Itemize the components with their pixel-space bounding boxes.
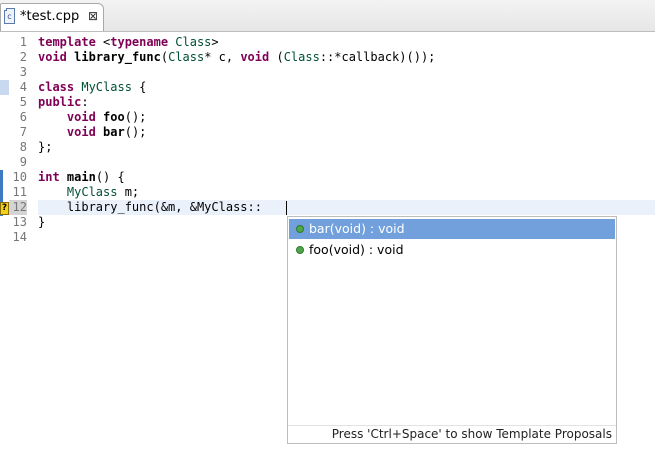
code-line: void bar();	[38, 125, 147, 140]
type-token: Class	[283, 50, 320, 64]
public-method-icon	[296, 225, 304, 233]
code-token: {	[131, 80, 147, 94]
function-token: foo	[103, 110, 125, 124]
tab-title: *test.cpp	[20, 9, 80, 24]
line-number: 6	[19, 110, 27, 124]
function-token: bar	[103, 125, 125, 139]
code-token: * c,	[204, 50, 241, 64]
line-number: 12	[9, 200, 27, 215]
code-token: m;	[117, 185, 140, 199]
code-line: };	[38, 140, 52, 155]
line-number: 8	[19, 140, 27, 154]
keyword-token: int	[38, 170, 60, 184]
line-number: 11	[12, 185, 27, 199]
type-token: Class	[175, 35, 212, 49]
keyword-token: class	[38, 80, 75, 94]
code-line: template <typename Class>	[38, 35, 219, 50]
proposal-label: foo(void) : void	[309, 242, 404, 257]
function-token: library_func	[74, 50, 161, 64]
template-proposals-hint: Press 'Ctrl+Space' to show Template Prop…	[331, 427, 612, 441]
proposal-label: bar(void) : void	[309, 221, 405, 236]
line-number: 4	[19, 80, 27, 94]
close-icon[interactable]: ⊠	[87, 10, 99, 22]
code-token: library_func(&m, &MyClass::	[38, 200, 262, 214]
content-assist-popup: bar(void) : void foo(void) : void Press '…	[287, 216, 617, 444]
public-method-icon	[296, 246, 304, 254]
code-line: void foo();	[38, 110, 147, 125]
code-token: :	[81, 95, 89, 109]
code-line: class MyClass {	[38, 80, 146, 95]
code-line: int main() {	[38, 170, 125, 185]
code-line: }	[38, 215, 45, 230]
editor-tab-bar: c *test.cpp ⊠	[0, 0, 655, 32]
code-token: ();	[124, 110, 147, 124]
line-number: 3	[19, 65, 27, 79]
keyword-token: void	[66, 125, 96, 139]
code-token: >	[211, 35, 219, 49]
type-token: MyClass	[81, 80, 132, 94]
code-token: () {	[95, 170, 125, 184]
cpp-editor-window: c *test.cpp ⊠ ? 1 2 3 4 5 6 7 8 9 10 11 12 13 14 temp…	[0, 0, 655, 466]
function-token: main	[66, 170, 96, 184]
code-token: ();	[124, 125, 147, 139]
line-number: 13	[12, 215, 27, 229]
content-assist-status: Press 'Ctrl+Space' to show Template Prop…	[288, 425, 616, 443]
line-number: 10	[12, 170, 27, 184]
annotation-ruler: ?	[0, 32, 9, 466]
line-number: 14	[12, 230, 27, 244]
cpp-file-icon: c	[4, 8, 15, 24]
occurrence-marker	[0, 80, 9, 95]
code-token: (	[160, 50, 169, 64]
type-token: MyClass	[66, 185, 118, 199]
keyword-token: void	[66, 110, 96, 124]
type-token: Class	[168, 50, 205, 64]
keyword-token: typename	[110, 35, 169, 49]
code-line: library_func(&m, &MyClass::	[38, 200, 262, 215]
code-token: };	[38, 140, 53, 154]
text-caret	[286, 201, 287, 215]
keyword-token: public	[38, 95, 82, 109]
line-number: 1	[19, 35, 27, 49]
code-line: public:	[38, 95, 89, 110]
proposal-item[interactable]: foo(void) : void	[289, 240, 615, 260]
code-token: <	[95, 35, 111, 49]
warning-icon[interactable]: ?	[0, 202, 9, 215]
code-token: }	[38, 215, 46, 229]
proposal-item[interactable]: bar(void) : void	[289, 219, 615, 239]
line-number-ruler: 1 2 3 4 5 6 7 8 9 10 11 12 13 14	[9, 35, 27, 466]
keyword-token: template	[38, 35, 96, 49]
keyword-token: void	[240, 50, 270, 64]
line-number: 9	[19, 155, 27, 169]
line-number: 2	[19, 50, 27, 64]
code-token: ::*callback)());	[319, 50, 436, 64]
keyword-token: void	[38, 50, 67, 64]
line-number: 5	[19, 95, 27, 109]
line-number: 7	[19, 125, 27, 139]
code-token: (	[269, 50, 284, 64]
code-line: MyClass m;	[38, 185, 139, 200]
tab-test-cpp[interactable]: c *test.cpp ⊠	[0, 3, 104, 31]
code-line: void library_func(Class* c, void (Class:…	[38, 50, 435, 65]
